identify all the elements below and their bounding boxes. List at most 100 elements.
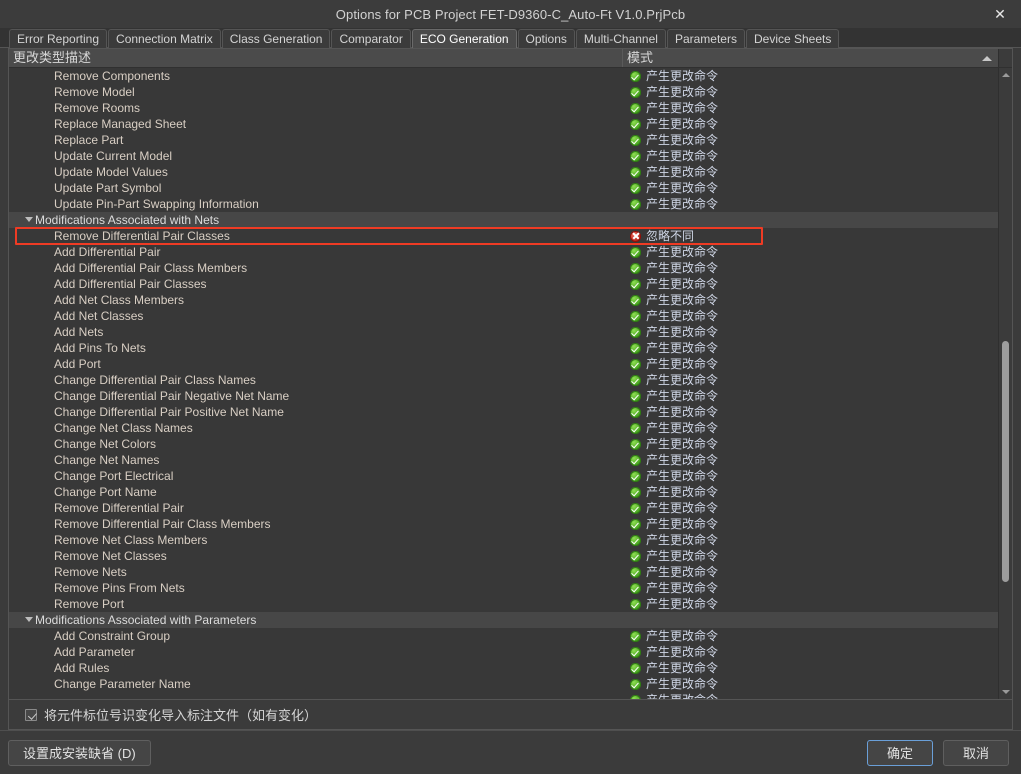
change-mode-cell[interactable]: 产生更改命令 — [623, 276, 998, 292]
tab-multi-channel[interactable]: Multi-Channel — [575, 29, 666, 48]
change-mode-cell[interactable]: 产生更改命令 — [623, 260, 998, 276]
table-row[interactable]: Remove Port 产生更改命令 — [9, 596, 998, 612]
table-row[interactable]: Remove Pins From Nets 产生更改命令 — [9, 580, 998, 596]
change-mode-cell[interactable]: 产生更改命令 — [623, 580, 998, 596]
change-mode-cell[interactable]: 产生更改命令 — [623, 644, 998, 660]
change-mode-cell[interactable]: 产生更改命令 — [623, 196, 998, 212]
table-row[interactable]: Add Net Class Members 产生更改命令 — [9, 292, 998, 308]
table-row[interactable]: Add Net Classes 产生更改命令 — [9, 308, 998, 324]
change-mode-cell[interactable]: 产生更改命令 — [623, 436, 998, 452]
table-row[interactable]: Replace Part 产生更改命令 — [9, 132, 998, 148]
change-mode-cell[interactable]: 产生更改命令 — [623, 132, 998, 148]
change-mode-cell[interactable]: 产生更改命令 — [623, 68, 998, 84]
table-row[interactable]: Add Constraint Group 产生更改命令 — [9, 628, 998, 644]
tab-class-generation[interactable]: Class Generation — [221, 29, 331, 48]
change-mode-cell[interactable]: 产生更改命令 — [623, 244, 998, 260]
table-row[interactable]: Add Differential Pair 产生更改命令 — [9, 244, 998, 260]
table-row[interactable]: Add Differential Pair Classes 产生更改命令 — [9, 276, 998, 292]
change-mode-cell[interactable]: 忽略不同 — [623, 228, 998, 244]
tab-eco-generation[interactable]: ECO Generation — [411, 29, 517, 48]
collapse-triangle-icon[interactable] — [25, 217, 33, 222]
table-row[interactable]: Remove Differential Pair Classes 忽略不同 — [9, 228, 998, 244]
table-row[interactable]: Remove Model 产生更改命令 — [9, 84, 998, 100]
table-row[interactable]: Change Port Name 产生更改命令 — [9, 484, 998, 500]
table-row[interactable]: Change Net Names 产生更改命令 — [9, 452, 998, 468]
scrollbar-thumb[interactable] — [1002, 341, 1009, 583]
tab-parameters[interactable]: Parameters — [666, 29, 745, 48]
scroll-down-icon[interactable] — [999, 685, 1012, 699]
table-row[interactable]: Update Model Values 产生更改命令 — [9, 164, 998, 180]
change-mode-cell[interactable]: 产生更改命令 — [623, 596, 998, 612]
change-mode-cell[interactable]: 产生更改命令 — [623, 452, 998, 468]
scroll-up-icon[interactable] — [999, 68, 1012, 82]
table-row[interactable]: Add Parameter 产生更改命令 — [9, 644, 998, 660]
change-mode-cell[interactable]: 产生更改命令 — [623, 484, 998, 500]
table-row[interactable]: Add Nets 产生更改命令 — [9, 324, 998, 340]
table-row[interactable]: Change Parameter Name 产生更改命令 — [9, 676, 998, 692]
table-row[interactable]: Remove Net Class Members 产生更改命令 — [9, 532, 998, 548]
table-row[interactable]: Remove Differential Pair Class Members 产生… — [9, 516, 998, 532]
tab-comparator[interactable]: Comparator — [331, 29, 411, 48]
table-row[interactable]: Remove Rooms 产生更改命令 — [9, 100, 998, 116]
change-mode-cell[interactable]: 产生更改命令 — [623, 340, 998, 356]
table-row[interactable]: Update Pin-Part Swapping Information 产生更改… — [9, 196, 998, 212]
table-row[interactable]: Change Port Electrical 产生更改命令 — [9, 468, 998, 484]
table-row[interactable]: Add Port 产生更改命令 — [9, 356, 998, 372]
column-header-mode[interactable]: 模式 — [623, 49, 998, 67]
change-mode-cell[interactable]: 产生更改命令 — [623, 388, 998, 404]
change-mode-cell[interactable]: 产生更改命令 — [623, 676, 998, 692]
change-mode-cell[interactable]: 产生更改命令 — [623, 164, 998, 180]
vertical-scrollbar[interactable] — [998, 68, 1012, 699]
table-row[interactable]: Change Net Colors 产生更改命令 — [9, 436, 998, 452]
change-mode-cell[interactable]: 产生更改命令 — [623, 532, 998, 548]
collapse-triangle-icon[interactable] — [25, 617, 33, 622]
cancel-button[interactable]: 取消 — [943, 739, 1009, 766]
scrollbar-track[interactable] — [999, 82, 1012, 685]
change-mode-cell[interactable]: 产生更改命令 — [623, 516, 998, 532]
tab-error-reporting[interactable]: Error Reporting — [9, 29, 108, 48]
table-row[interactable]: Remove Net Classes 产生更改命令 — [9, 548, 998, 564]
close-icon[interactable]: ✕ — [979, 0, 1021, 28]
column-header-description[interactable]: 更改类型描述 — [9, 49, 623, 67]
table-row[interactable]: Change Differential Pair Positive Net Na… — [9, 404, 998, 420]
table-row[interactable]: Update Part Symbol 产生更改命令 — [9, 180, 998, 196]
change-mode-cell[interactable]: 产生更改命令 — [623, 500, 998, 516]
annotate-changes-checkbox[interactable] — [25, 708, 37, 721]
table-row[interactable]: Remove Components 产生更改命令 — [9, 68, 998, 84]
change-mode-cell[interactable]: 产生更改命令 — [623, 628, 998, 644]
change-mode-cell[interactable]: 产生更改命令 — [623, 420, 998, 436]
change-mode-cell[interactable]: 产生更改命令 — [623, 548, 998, 564]
ok-button[interactable]: 确定 — [867, 739, 933, 766]
table-row[interactable]: Remove Differential Pair 产生更改命令 — [9, 500, 998, 516]
change-mode-cell[interactable]: 产生更改命令 — [623, 372, 998, 388]
change-mode-cell[interactable]: 产生更改命令 — [623, 468, 998, 484]
tab-device-sheets[interactable]: Device Sheets — [745, 29, 840, 48]
change-mode-cell[interactable]: 产生更改命令 — [623, 692, 998, 699]
table-row[interactable]: Add Rules 产生更改命令 — [9, 660, 998, 676]
tab-connection-matrix[interactable]: Connection Matrix — [108, 29, 221, 48]
change-mode-cell[interactable]: 产生更改命令 — [623, 356, 998, 372]
table-row[interactable]: 产生更改命令 — [9, 692, 998, 699]
tab-options[interactable]: Options — [517, 29, 575, 48]
group-header-row[interactable]: Modifications Associated with Nets — [9, 212, 998, 228]
set-as-install-defaults-button[interactable]: 设置成安装缺省 (D) — [8, 739, 151, 766]
change-mode-cell[interactable]: 产生更改命令 — [623, 404, 998, 420]
table-row[interactable]: Change Differential Pair Negative Net Na… — [9, 388, 998, 404]
change-mode-cell[interactable]: 产生更改命令 — [623, 84, 998, 100]
change-mode-cell[interactable]: 产生更改命令 — [623, 660, 998, 676]
change-mode-cell[interactable]: 产生更改命令 — [623, 148, 998, 164]
table-row[interactable]: Remove Nets 产生更改命令 — [9, 564, 998, 580]
change-mode-cell[interactable]: 产生更改命令 — [623, 180, 998, 196]
change-mode-cell[interactable]: 产生更改命令 — [623, 308, 998, 324]
table-row[interactable]: Update Current Model 产生更改命令 — [9, 148, 998, 164]
change-mode-cell[interactable]: 产生更改命令 — [623, 292, 998, 308]
change-mode-cell[interactable]: 产生更改命令 — [623, 564, 998, 580]
table-row[interactable]: Change Differential Pair Class Names 产生更改… — [9, 372, 998, 388]
table-row[interactable]: Replace Managed Sheet 产生更改命令 — [9, 116, 998, 132]
change-mode-cell[interactable]: 产生更改命令 — [623, 324, 998, 340]
table-row[interactable]: Add Differential Pair Class Members 产生更改命… — [9, 260, 998, 276]
change-mode-cell[interactable]: 产生更改命令 — [623, 116, 998, 132]
table-row[interactable]: Add Pins To Nets 产生更改命令 — [9, 340, 998, 356]
change-mode-cell[interactable]: 产生更改命令 — [623, 100, 998, 116]
table-row[interactable]: Change Net Class Names 产生更改命令 — [9, 420, 998, 436]
